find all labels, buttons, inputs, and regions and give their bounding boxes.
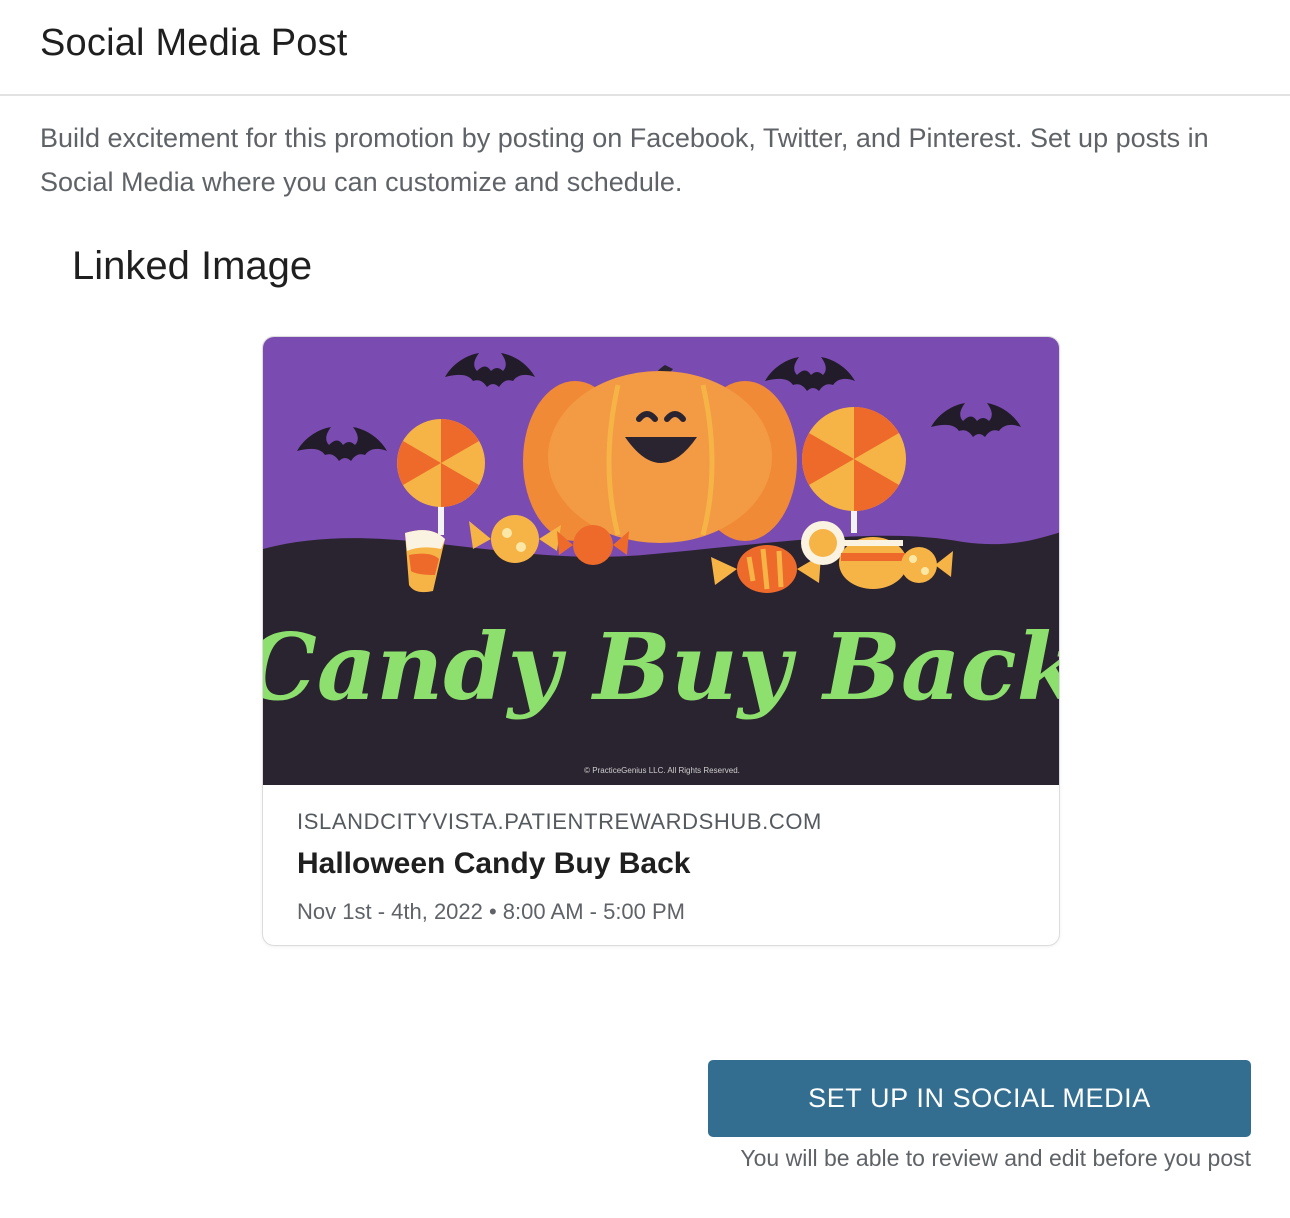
linked-image-heading: Linked Image — [72, 244, 313, 288]
candy-icon — [839, 537, 907, 589]
candy-icon — [801, 521, 845, 565]
card-domain: ISLANDCITYVISTA.PATIENTREWARDSHUB.COM — [297, 809, 822, 834]
promotion-image: Candy Buy Back © PracticeGenius LLC. All… — [263, 337, 1060, 785]
pumpkin-icon — [523, 365, 797, 543]
review-note: You will be able to review and edit befo… — [740, 1145, 1251, 1171]
page-title: Social Media Post — [40, 22, 348, 64]
link-preview-card[interactable]: Candy Buy Back © PracticeGenius LLC. All… — [262, 336, 1060, 946]
image-copyright: © PracticeGenius LLC. All Rights Reserve… — [584, 766, 740, 775]
card-title: Halloween Candy Buy Back — [297, 847, 691, 880]
page-header: Social Media Post — [0, 0, 1290, 96]
image-headline: Candy Buy Back — [263, 613, 1060, 721]
setup-social-media-button[interactable]: SET UP IN SOCIAL MEDIA — [708, 1060, 1251, 1137]
card-date: Nov 1st - 4th, 2022 • 8:00 AM - 5:00 PM — [297, 899, 686, 924]
description-text: Build excitement for this promotion by p… — [40, 123, 1209, 197]
